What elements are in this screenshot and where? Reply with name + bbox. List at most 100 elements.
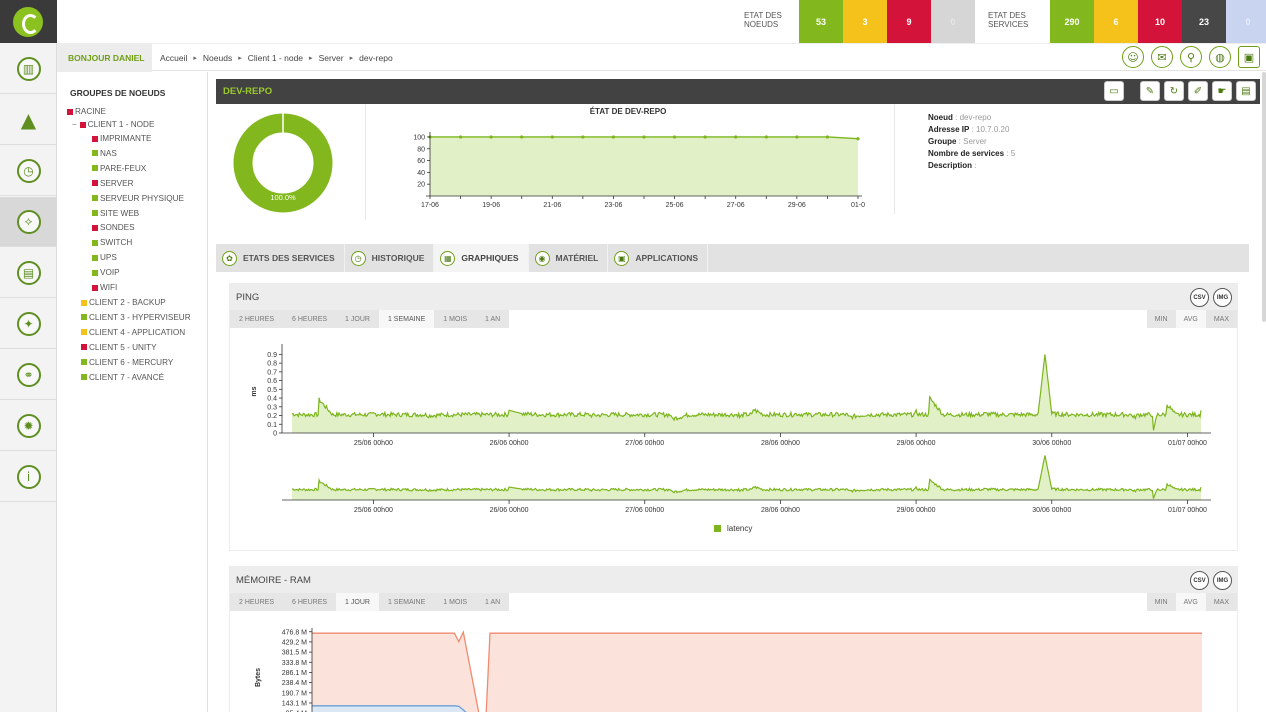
tab-label: APPLICATIONS — [635, 253, 699, 263]
screen-icon[interactable]: ▭ — [1104, 81, 1124, 101]
rail-item-alerts[interactable]: ▲ — [0, 95, 57, 145]
nodes-status-count[interactable]: 0 — [931, 0, 975, 43]
tree-node[interactable]: CLIENT 6 - MERCURY — [81, 358, 173, 367]
tab-services[interactable]: ✿ ETATS DES SERVICES — [216, 244, 345, 272]
y-tick-label: 0.9 — [267, 352, 277, 359]
aggregation-option[interactable]: MAX — [1206, 310, 1237, 328]
tab-history[interactable]: ◷ HISTORIQUE — [345, 244, 435, 272]
tree-node[interactable]: UPS — [92, 253, 117, 262]
csv-export-button[interactable]: CSV — [1190, 571, 1209, 590]
tree-node[interactable]: − CLIENT 1 - NODE — [72, 120, 154, 129]
tree-node[interactable]: SWITCH — [92, 238, 132, 247]
tree-node[interactable]: CLIENT 7 - AVANCÉ — [81, 373, 164, 382]
range-option[interactable]: 2 HEURES — [230, 310, 283, 328]
tree-node[interactable]: RACINE — [67, 107, 106, 116]
rail-item-history[interactable]: ◷ — [0, 146, 57, 196]
range-option[interactable]: 2 HEURES — [230, 593, 283, 611]
range-option[interactable]: 1 SEMAINE — [378, 310, 435, 328]
range-option[interactable]: 1 SEMAINE — [379, 593, 434, 611]
rail-item-dashboard[interactable]: ▥ — [0, 44, 57, 94]
services-status-count[interactable]: 10 — [1138, 0, 1182, 43]
dashboard-icon: ▥ — [16, 56, 41, 81]
app-logo[interactable] — [0, 0, 57, 43]
aggregation-option[interactable]: AVG — [1175, 593, 1206, 611]
tree-node[interactable]: CLIENT 2 - BACKUP — [81, 298, 166, 307]
services-status-count[interactable]: 0 — [1226, 0, 1266, 43]
rail-item-info[interactable]: i — [0, 452, 57, 502]
tree-node[interactable]: IMPRIMANTE — [92, 134, 151, 143]
range-option[interactable]: 1 AN — [476, 593, 509, 611]
rail-item-topology[interactable]: ⚭ — [0, 350, 57, 400]
breadcrumb-item[interactable]: Server — [319, 53, 344, 63]
ping-legend[interactable]: latency — [714, 524, 752, 533]
user-icon[interactable]: ☺ — [1122, 46, 1144, 68]
tree-node[interactable]: NAS — [92, 149, 117, 158]
state-point — [611, 135, 616, 139]
mail-icon[interactable]: ✉ — [1151, 46, 1173, 68]
lock-icon[interactable]: ▣ — [1238, 46, 1260, 68]
breadcrumb-item[interactable]: Accueil — [160, 53, 187, 63]
state-point — [550, 135, 554, 139]
nodes-status-count[interactable]: 3 — [843, 0, 887, 43]
refresh-icon[interactable]: ↻ — [1164, 81, 1184, 101]
rail-item-tools[interactable]: ✦ — [0, 299, 57, 349]
y-tick-label: 190.7 M — [282, 690, 307, 697]
range-option[interactable]: 1 JOUR — [336, 310, 379, 328]
breadcrumb-item[interactable]: Client 1 - node — [248, 53, 303, 63]
rail-item-network[interactable]: ⟡ — [0, 197, 57, 247]
range-option[interactable]: 1 JOUR — [336, 593, 379, 611]
rail-item-reports[interactable]: ▤ — [0, 248, 57, 298]
state-point — [764, 135, 768, 139]
tree-node[interactable]: SERVER — [92, 179, 134, 188]
globe-icon[interactable]: ◍ — [1209, 46, 1231, 68]
availability-donut: 100.0% — [216, 104, 366, 220]
vertical-scrollbar[interactable] — [1262, 72, 1266, 322]
collapse-icon[interactable]: − — [72, 120, 77, 129]
tree-node[interactable]: CLIENT 4 - APPLICATION — [81, 328, 185, 337]
tree-node[interactable]: VOIP — [92, 268, 120, 277]
y-tick-label: 40 — [417, 170, 425, 177]
y-tick-label: 476.8 M — [282, 629, 307, 636]
tree-node[interactable]: SERVEUR PHYSIQUE — [92, 194, 184, 203]
wrench-icon[interactable]: ✎ — [1140, 81, 1160, 101]
x-tick-label: 26/06 00h00 — [490, 440, 529, 447]
status-square-icon — [67, 108, 73, 115]
aggregation-option[interactable]: MIN — [1147, 593, 1176, 611]
range-option[interactable]: 1 MOIS — [434, 593, 476, 611]
rail-item-settings[interactable]: ✹ — [0, 401, 57, 451]
aggregation-option[interactable]: MIN — [1147, 310, 1176, 328]
range-option[interactable]: 1 AN — [476, 310, 509, 328]
services-status-count[interactable]: 290 — [1050, 0, 1094, 43]
tree-node[interactable]: PARE-FEUX — [92, 164, 146, 173]
breadcrumb-item[interactable]: Noeuds — [203, 53, 232, 63]
search-icon[interactable]: ⚲ — [1180, 46, 1202, 68]
edit-icon[interactable]: ✐ — [1188, 81, 1208, 101]
nodes-status-count[interactable]: 53 — [799, 0, 843, 43]
tree-node[interactable]: SITE WEB — [92, 209, 139, 218]
range-option[interactable]: 6 HEURES — [283, 310, 336, 328]
breadcrumb-item[interactable]: dev-repo — [359, 53, 393, 63]
tab-apps[interactable]: ▣ APPLICATIONS — [608, 244, 709, 272]
img-export-button[interactable]: IMG — [1213, 288, 1232, 307]
hand-icon[interactable]: ☛ — [1212, 81, 1232, 101]
tools-icon: ✦ — [16, 311, 41, 336]
report-icon[interactable]: ▤ — [1236, 81, 1256, 101]
tree-node[interactable]: WIFI — [92, 283, 117, 292]
tree-node[interactable]: CLIENT 5 - UNITY — [81, 343, 157, 352]
tab-graph[interactable]: ▦ GRAPHIQUES — [434, 244, 529, 272]
tab-label: ETATS DES SERVICES — [243, 253, 335, 263]
services-status-count[interactable]: 6 — [1094, 0, 1138, 43]
tab-hardware[interactable]: ◉ MATÉRIEL — [529, 244, 609, 272]
tree-node[interactable]: CLIENT 3 - HYPERVISEUR — [81, 313, 191, 322]
range-option[interactable]: 6 HEURES — [283, 593, 336, 611]
aggregation-option[interactable]: MAX — [1206, 593, 1237, 611]
csv-export-button[interactable]: CSV — [1190, 288, 1209, 307]
img-export-button[interactable]: IMG — [1213, 571, 1232, 590]
tree-node[interactable]: SONDES — [92, 223, 135, 232]
aggregation-option[interactable]: AVG — [1175, 310, 1206, 328]
range-option[interactable]: 1 MOIS — [434, 310, 476, 328]
nodes-status-count[interactable]: 9 — [887, 0, 931, 43]
services-status-count[interactable]: 23 — [1182, 0, 1226, 43]
breadcrumb-separator-icon: ▸ — [309, 55, 313, 62]
x-tick-label: 29/06 00h00 — [897, 440, 936, 447]
